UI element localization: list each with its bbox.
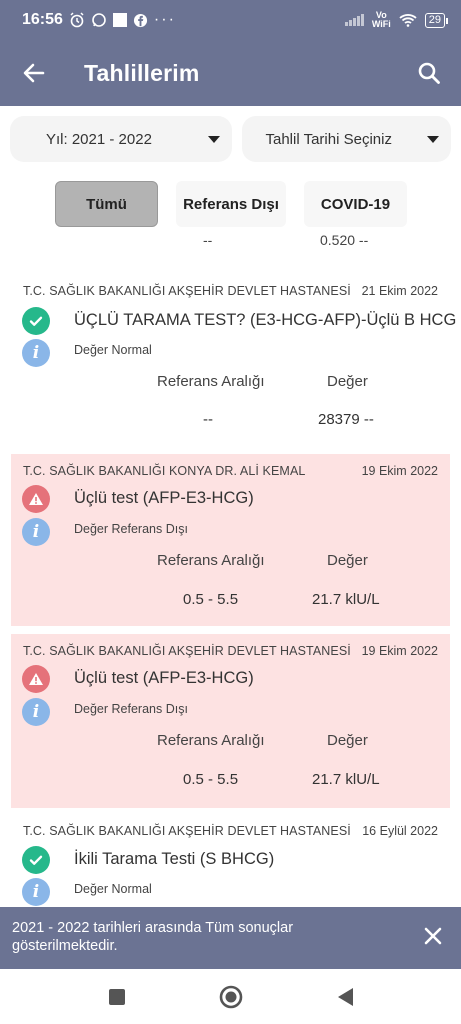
- test-name: İkili Tarama Testi (S BHCG): [74, 850, 275, 868]
- partial-result-row: -- 0.520 --: [0, 232, 461, 254]
- reference-value: --: [203, 232, 213, 248]
- page-title: Tahlillerim: [84, 59, 200, 86]
- results-list[interactable]: -- 0.520 -- T.C. SAĞLIK BAKANLIĞI AKŞEHİ…: [0, 228, 461, 908]
- date-dropdown-label: Tahlil Tarihi Seçiniz: [265, 130, 392, 148]
- test-name: Üçlü test (AFP-E3-HCG): [74, 669, 254, 687]
- filter-bar: Yıl: 2021 - 2022 Tahlil Tarihi Seçiniz: [10, 116, 451, 162]
- search-button[interactable]: [413, 57, 445, 89]
- battery-icon: 29: [424, 12, 449, 28]
- status-bar: 16:56 ··· Vo WiFi 29: [0, 0, 461, 40]
- value-header: Değer: [327, 373, 368, 390]
- vowifi-indicator: Vo WiFi: [371, 10, 391, 29]
- result-card[interactable]: T.C. SAĞLIK BAKANLIĞI KONYA DR. ALİ KEMA…: [11, 454, 450, 626]
- square-icon: [108, 988, 125, 1005]
- status-time: 16:56: [22, 11, 63, 28]
- result-note: Değer Referans Dışı: [74, 522, 188, 536]
- search-icon: [418, 62, 440, 84]
- triangle-back-icon: [337, 987, 353, 1006]
- reference-value: 0.5 - 5.5: [183, 591, 239, 608]
- warning-icon: [22, 665, 50, 693]
- info-icon[interactable]: i: [22, 878, 50, 906]
- result-note: Değer Normal: [74, 343, 152, 357]
- app-bar: Tahlillerim: [0, 40, 461, 106]
- result-date: 16 Eylül 2022: [362, 824, 438, 838]
- circle-icon: [219, 985, 242, 1008]
- result-note: Değer Normal: [74, 882, 152, 896]
- whatsapp-icon: [92, 13, 106, 27]
- snackbar: 2021 - 2022 tarihleri arasında Tüm sonuç…: [0, 907, 461, 969]
- info-icon[interactable]: i: [22, 518, 50, 546]
- wifi-icon: [399, 14, 417, 27]
- reference-value: --: [203, 411, 213, 428]
- caret-down-icon: [427, 135, 439, 143]
- info-icon[interactable]: i: [22, 698, 50, 726]
- result-value: 21.7 klU/L: [312, 591, 380, 608]
- square-icon: [112, 13, 127, 27]
- recents-button[interactable]: [102, 982, 132, 1012]
- result-card[interactable]: T.C. SAĞLIK BAKANLIĞI AKŞEHİR DEVLET HAS…: [11, 270, 456, 442]
- hospital-name: T.C. SAĞLIK BAKANLIĞI AKŞEHİR DEVLET HAS…: [23, 824, 351, 838]
- hospital-name: T.C. SAĞLIK BAKANLIĞI AKŞEHİR DEVLET HAS…: [23, 644, 351, 658]
- arrow-left-icon: [23, 63, 45, 83]
- hospital-name: T.C. SAĞLIK BAKANLIĞI AKŞEHİR DEVLET HAS…: [23, 284, 351, 298]
- hospital-name: T.C. SAĞLIK BAKANLIĞI KONYA DR. ALİ KEMA…: [23, 464, 306, 478]
- tab-covid19[interactable]: COVID-19: [304, 181, 407, 227]
- reference-header: Referans Aralığı: [157, 373, 265, 390]
- check-icon: [22, 307, 50, 335]
- back-nav-button[interactable]: [330, 982, 360, 1012]
- check-icon: [22, 846, 50, 874]
- test-name: Üçlü test (AFP-E3-HCG): [74, 489, 254, 507]
- close-icon: [424, 927, 442, 945]
- result-note: Değer Referans Dışı: [74, 702, 188, 716]
- reference-header: Referans Aralığı: [157, 552, 265, 569]
- result-date: 19 Ekim 2022: [361, 644, 438, 658]
- more-icon: ···: [153, 11, 176, 28]
- value-header: Değer: [327, 552, 368, 569]
- value-header: Değer: [327, 732, 368, 749]
- tab-all[interactable]: Tümü: [55, 181, 158, 227]
- reference-header: Referans Aralığı: [157, 732, 265, 749]
- snackbar-message: 2021 - 2022 tarihleri arasında Tüm sonuç…: [12, 920, 294, 954]
- date-dropdown[interactable]: Tahlil Tarihi Seçiniz: [241, 116, 451, 162]
- info-icon[interactable]: i: [22, 339, 50, 367]
- signal-icon: [344, 14, 364, 26]
- year-dropdown-label: Yıl: 2021 - 2022: [46, 130, 152, 148]
- caret-down-icon: [207, 135, 220, 143]
- tab-bar: Tümü Referans Dışı COVID-19: [55, 181, 407, 227]
- result-value: 0.520 --: [320, 232, 369, 248]
- result-value: 28379 --: [318, 411, 374, 428]
- back-button[interactable]: [18, 57, 50, 89]
- result-date: 21 Ekim 2022: [361, 284, 438, 298]
- result-value: 21.7 klU/L: [312, 771, 380, 788]
- year-dropdown[interactable]: Yıl: 2021 - 2022: [10, 116, 232, 162]
- snackbar-close-button[interactable]: [423, 926, 445, 948]
- result-card[interactable]: T.C. SAĞLIK BAKANLIĞI AKŞEHİR DEVLET HAS…: [11, 814, 450, 908]
- system-nav-bar: [0, 969, 461, 1024]
- facebook-icon: [133, 13, 147, 27]
- alarm-icon: [70, 12, 84, 28]
- home-button[interactable]: [216, 982, 246, 1012]
- result-date: 19 Ekim 2022: [361, 464, 438, 478]
- reference-value: 0.5 - 5.5: [183, 771, 239, 788]
- warning-icon: [22, 485, 50, 513]
- test-name: ÜÇLÜ TARAMA TEST? (E3-HCG-AFP)-Üçlü B HC…: [74, 311, 457, 329]
- result-card[interactable]: T.C. SAĞLIK BAKANLIĞI AKŞEHİR DEVLET HAS…: [11, 634, 450, 808]
- tab-out-of-reference[interactable]: Referans Dışı: [176, 181, 286, 227]
